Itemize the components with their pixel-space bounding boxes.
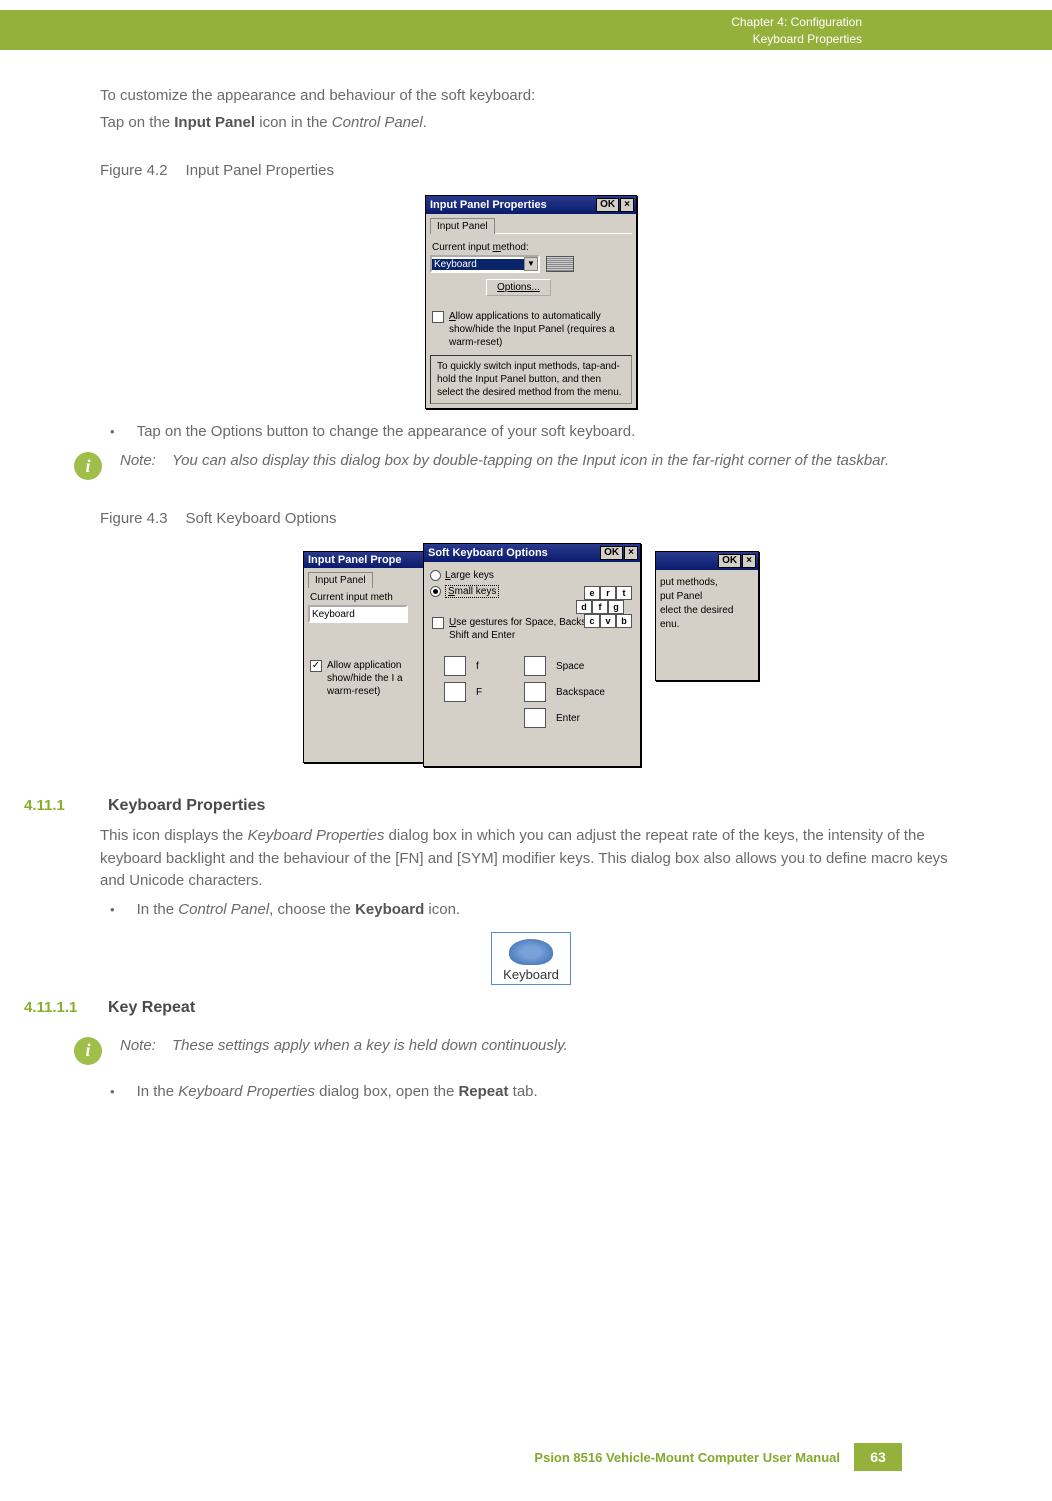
section-label: Keyboard Properties	[731, 31, 862, 48]
dialog-title: Input Panel Properties	[430, 199, 547, 211]
current-method-label: Current input method:	[432, 242, 529, 253]
large-keys-radio[interactable]: Large keys	[430, 570, 634, 581]
tip-box: To quickly switch input methods, tap-and…	[430, 355, 632, 404]
note-1: i Note:You can also display this dialog …	[74, 450, 962, 480]
bullet-repeat-tab: • In the Keyboard Properties dialog box,…	[110, 1083, 962, 1100]
input-panel-properties-dialog: Input Panel Properties OK × Input Panel …	[425, 195, 637, 409]
options-button[interactable]: Options...	[486, 279, 551, 296]
close-button[interactable]: ×	[620, 198, 634, 212]
info-icon: i	[74, 1037, 102, 1065]
bullet-control-panel: • In the Control Panel, choose the Keybo…	[110, 901, 962, 918]
intro-line2: Tap on the Input Panel icon in the Contr…	[100, 112, 962, 135]
allow-apps-label: Allow applications to automatically show…	[449, 310, 630, 349]
soft-keyboard-options-dialog: Soft Keyboard Options OK × Large keys Sm…	[423, 543, 641, 767]
section-4-11-1-body: This icon displays the Keyboard Properti…	[100, 825, 962, 893]
bullet-icon: •	[110, 423, 115, 440]
figure-4-3-caption: Figure 4.3Soft Keyboard Options	[100, 510, 962, 527]
chevron-down-icon[interactable]: ▼	[524, 257, 538, 271]
keyboard-control-panel-icon[interactable]: Keyboard	[491, 932, 571, 985]
keyboard-icon	[546, 256, 574, 272]
header-text: Chapter 4: Configuration Keyboard Proper…	[731, 14, 862, 48]
section-4-11-1: 4.11.1 Keyboard Properties	[18, 797, 962, 815]
note-2: i Note:These settings apply when a key i…	[74, 1035, 962, 1065]
allow-apps-checkbox[interactable]	[432, 311, 444, 323]
info-icon: i	[74, 452, 102, 480]
key-preview: ert dfg cvb	[584, 586, 632, 628]
use-gestures-checkbox[interactable]	[432, 617, 444, 629]
soft-keyboard-options-figure: Input Panel Prope Input Panel Current in…	[303, 543, 759, 773]
dialog-titlebar: Input Panel Properties OK ×	[426, 196, 636, 214]
back-dialog-left: Input Panel Prope Input Panel Current in…	[303, 551, 431, 763]
back-dialog-right: OK × put methods, put Panel elect the de…	[655, 551, 759, 681]
page-footer: Psion 8516 Vehicle-Mount Computer User M…	[0, 1443, 1052, 1471]
figure-4-2-caption: Figure 4.2Input Panel Properties	[100, 162, 962, 179]
header-bar: Chapter 4: Configuration Keyboard Proper…	[0, 10, 1052, 50]
section-4-11-1-1: 4.11.1.1 Key Repeat	[18, 999, 962, 1017]
bullet-options: • Tap on the Options button to change th…	[110, 423, 962, 440]
close-button[interactable]: ×	[624, 546, 638, 560]
ok-button[interactable]: OK	[596, 198, 619, 212]
input-method-combo[interactable]: Keyboard ▼	[430, 255, 540, 273]
manual-title: Psion 8516 Vehicle-Mount Computer User M…	[534, 1450, 840, 1465]
keyboard-icon	[509, 939, 553, 965]
page-number: 63	[854, 1443, 902, 1471]
page-content: To customize the appearance and behaviou…	[100, 85, 962, 1110]
ok-button[interactable]: OK	[600, 546, 623, 560]
gesture-preview: f F Space Backspace Enter	[432, 650, 632, 734]
intro-line1: To customize the appearance and behaviou…	[100, 85, 962, 108]
allow-apps-checkbox-bg	[310, 660, 322, 672]
chapter-label: Chapter 4: Configuration	[731, 14, 862, 31]
tab-input-panel[interactable]: Input Panel	[430, 218, 495, 234]
